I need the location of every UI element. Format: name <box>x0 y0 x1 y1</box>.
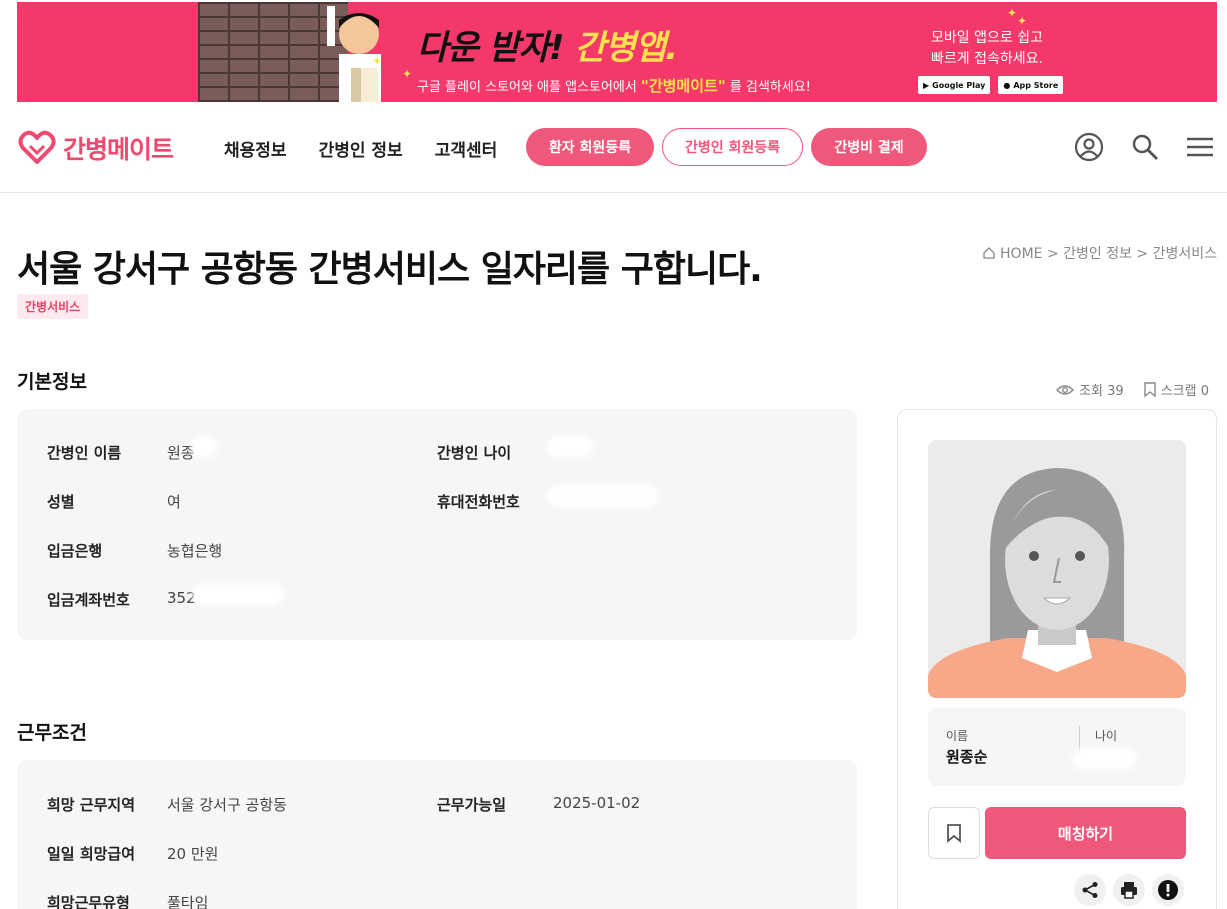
basic-info-title: 기본정보 <box>17 371 87 393</box>
redacted-mask <box>553 491 653 501</box>
star-icon: ✦ <box>1007 6 1018 20</box>
main-nav: 채용정보 간병인 정보 고객센터 <box>224 136 497 161</box>
share-icon <box>1082 882 1098 898</box>
banner-mobile-text: 모바일 앱으로 쉽고 빠르게 접속하세요. <box>931 30 1043 67</box>
avatar <box>928 440 1186 698</box>
redacted-mask <box>553 442 587 452</box>
profile-summary: 이름 원종순 나이 <box>928 708 1186 786</box>
breadcrumb-text[interactable]: HOME > 간병인 정보 > 간병서비스 <box>1000 243 1217 263</box>
redacted-mask <box>196 442 211 452</box>
post-stats: 조회 39 스크랩 0 <box>1056 380 1209 399</box>
search-icon[interactable] <box>1130 132 1160 162</box>
banner-headline: 다운 받자! 간병앱. <box>417 28 678 68</box>
redacted-mask <box>1078 754 1130 764</box>
alert-icon <box>1158 880 1178 900</box>
patient-register-button[interactable]: 환자 회원등록 <box>526 128 654 166</box>
bookmark-button[interactable] <box>928 807 980 859</box>
site-header: 간병메이트 채용정보 간병인 정보 고객센터 환자 회원등록 간병인 회원등록 … <box>0 102 1227 193</box>
site-logo[interactable]: 간병메이트 <box>17 128 174 168</box>
home-icon[interactable] <box>982 246 996 260</box>
app-store-badge[interactable]: ● App Store <box>998 76 1064 94</box>
category-tag: 간병서비스 <box>17 294 89 319</box>
nav-customer-center[interactable]: 고객센터 <box>435 136 498 161</box>
match-button[interactable]: 매칭하기 <box>985 807 1186 859</box>
heart-hands-icon <box>18 130 56 164</box>
bookmark-icon <box>947 824 961 843</box>
eye-icon <box>1056 384 1075 395</box>
breadcrumb: HOME > 간병인 정보 > 간병서비스 <box>982 243 1217 263</box>
work-conditions-title: 근무조건 <box>17 722 87 744</box>
star-icon: ✦ <box>1017 14 1028 28</box>
profile-name: 원종순 <box>946 748 988 766</box>
caregiver-register-button[interactable]: 간병인 회원등록 <box>662 128 803 166</box>
work-type-row: 희망근무유형 풀타임 <box>47 894 209 909</box>
google-play-badge[interactable]: ▶ Google Play <box>918 76 991 94</box>
region-row: 희망 근무지역 서울 강서구 공항동 <box>47 796 287 814</box>
menu-icon[interactable] <box>1185 132 1215 162</box>
banner-subtext: 구글 플레이 스토어와 애플 앱스토어에서 "간병메이트" 를 검색하세요! <box>417 77 811 95</box>
nav-caregiver-info[interactable]: 간병인 정보 <box>319 136 403 161</box>
profile-card: 이름 원종순 나이 매칭하기 <box>897 409 1217 909</box>
basic-info-card: 간병인 이름 원종 간병인 나이 성별 여 휴대전화번호 입금은행 농협은행 입… <box>17 409 857 640</box>
divider <box>1079 726 1080 756</box>
gender-row: 성별 여 <box>47 493 181 511</box>
page-title: 서울 강서구 공항동 간병서비스 일자리를 구합니다. <box>17 249 763 290</box>
print-icon <box>1121 882 1137 899</box>
apple-icon: ● <box>1003 80 1011 90</box>
nav-jobs[interactable]: 채용정보 <box>224 136 287 161</box>
daily-pay-row: 일일 희망급여 20 만원 <box>47 845 219 863</box>
play-icon: ▶ <box>923 80 930 90</box>
star-icon: ✦ <box>402 67 413 81</box>
star-icon: ✦ <box>372 54 383 68</box>
app-download-banner[interactable]: ✦ ✦ ✦ ✦ 다운 받자! 간병앱. 구글 플레이 스토어와 애플 앱스토어에… <box>17 2 1217 102</box>
redacted-mask <box>197 589 278 599</box>
available-date-row: 근무가능일 2025-01-02 <box>437 794 641 814</box>
views-count: 조회 39 <box>1056 380 1124 399</box>
report-button[interactable] <box>1152 874 1184 906</box>
caregiver-age-row: 간병인 나이 <box>437 442 587 463</box>
print-button[interactable] <box>1113 874 1145 906</box>
account-row: 입금계좌번호 352 <box>47 589 278 610</box>
user-icon[interactable] <box>1074 132 1104 162</box>
scrap-count[interactable]: 스크랩 0 <box>1144 380 1209 399</box>
female-avatar-icon <box>928 468 1186 698</box>
bank-row: 입금은행 농협은행 <box>47 542 223 560</box>
share-button[interactable] <box>1074 874 1106 906</box>
care-fee-payment-button[interactable]: 간병비 결제 <box>811 128 927 166</box>
bookmark-icon <box>1144 382 1156 397</box>
work-conditions-card: 희망 근무지역 서울 강서구 공항동 근무가능일 2025-01-02 일일 희… <box>17 760 857 909</box>
phone-row: 휴대전화번호 <box>437 491 653 512</box>
caregiver-name-row: 간병인 이름 원종 <box>47 442 211 463</box>
